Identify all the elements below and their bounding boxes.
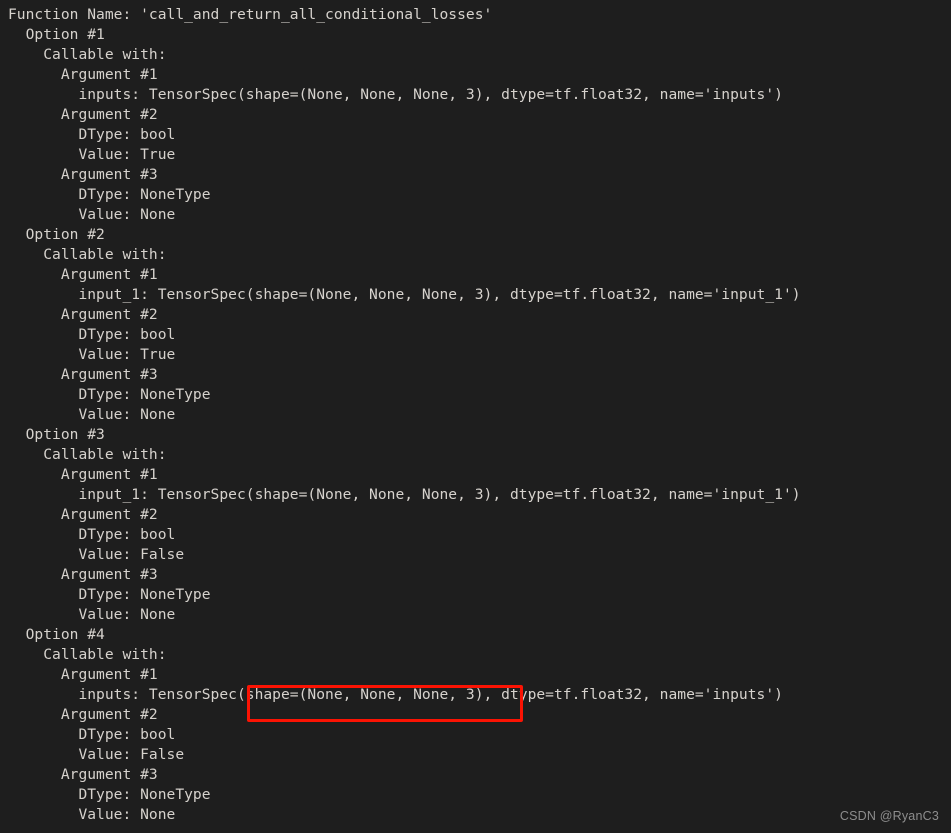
terminal-lines: Function Name: 'call_and_return_all_cond…	[0, 5, 951, 825]
terminal-line: Callable with:	[8, 446, 167, 463]
terminal-line: Option #3	[8, 426, 105, 443]
terminal-line: DType: bool	[8, 126, 176, 143]
terminal-line: Value: None	[8, 406, 176, 423]
terminal-line: DType: NoneType	[8, 186, 211, 203]
terminal-line: Argument #2	[8, 306, 158, 323]
csdn-watermark: CSDN @RyanC3	[839, 809, 939, 823]
terminal-line: input_1: TensorSpec(shape=(None, None, N…	[8, 286, 801, 303]
terminal-line: Argument #2	[8, 106, 158, 123]
terminal-line: Argument #1	[8, 266, 158, 283]
terminal-line: Option #4	[8, 626, 105, 643]
terminal-line: Argument #3	[8, 166, 158, 183]
terminal-line: Value: None	[8, 606, 176, 623]
terminal-line: Argument #1	[8, 666, 158, 683]
terminal-line: input_1: TensorSpec(shape=(None, None, N…	[8, 486, 801, 503]
terminal-line: Argument #3	[8, 766, 158, 783]
terminal-line: Argument #2	[8, 706, 158, 723]
terminal-line: Callable with:	[8, 246, 167, 263]
terminal-line: Callable with:	[8, 646, 167, 663]
terminal-line: Option #2	[8, 226, 105, 243]
terminal-line: DType: NoneType	[8, 386, 211, 403]
terminal-line: Value: True	[8, 146, 176, 163]
terminal-line: Value: False	[8, 746, 185, 763]
terminal-line: inputs: TensorSpec(shape=(None, None, No…	[8, 86, 783, 103]
terminal-line: DType: bool	[8, 526, 176, 543]
terminal-line: Argument #1	[8, 66, 158, 83]
terminal-line: inputs: TensorSpec(shape=(None, None, No…	[8, 686, 783, 703]
terminal-output-pane[interactable]: Function Name: 'call_and_return_all_cond…	[0, 0, 951, 833]
terminal-line: DType: bool	[8, 726, 176, 743]
terminal-line: DType: bool	[8, 326, 176, 343]
terminal-line: Argument #3	[8, 366, 158, 383]
terminal-line: DType: NoneType	[8, 586, 211, 603]
terminal-line: Argument #3	[8, 566, 158, 583]
terminal-line: DType: NoneType	[8, 786, 211, 803]
terminal-line: Value: False	[8, 546, 185, 563]
terminal-line: Argument #2	[8, 506, 158, 523]
terminal-line: Argument #1	[8, 466, 158, 483]
terminal-line: Value: None	[8, 806, 176, 823]
terminal-line: Value: None	[8, 206, 176, 223]
terminal-line: Option #1	[8, 26, 105, 43]
terminal-line: Value: True	[8, 346, 176, 363]
terminal-line: Function Name: 'call_and_return_all_cond…	[8, 6, 493, 23]
terminal-line: Callable with:	[8, 46, 167, 63]
